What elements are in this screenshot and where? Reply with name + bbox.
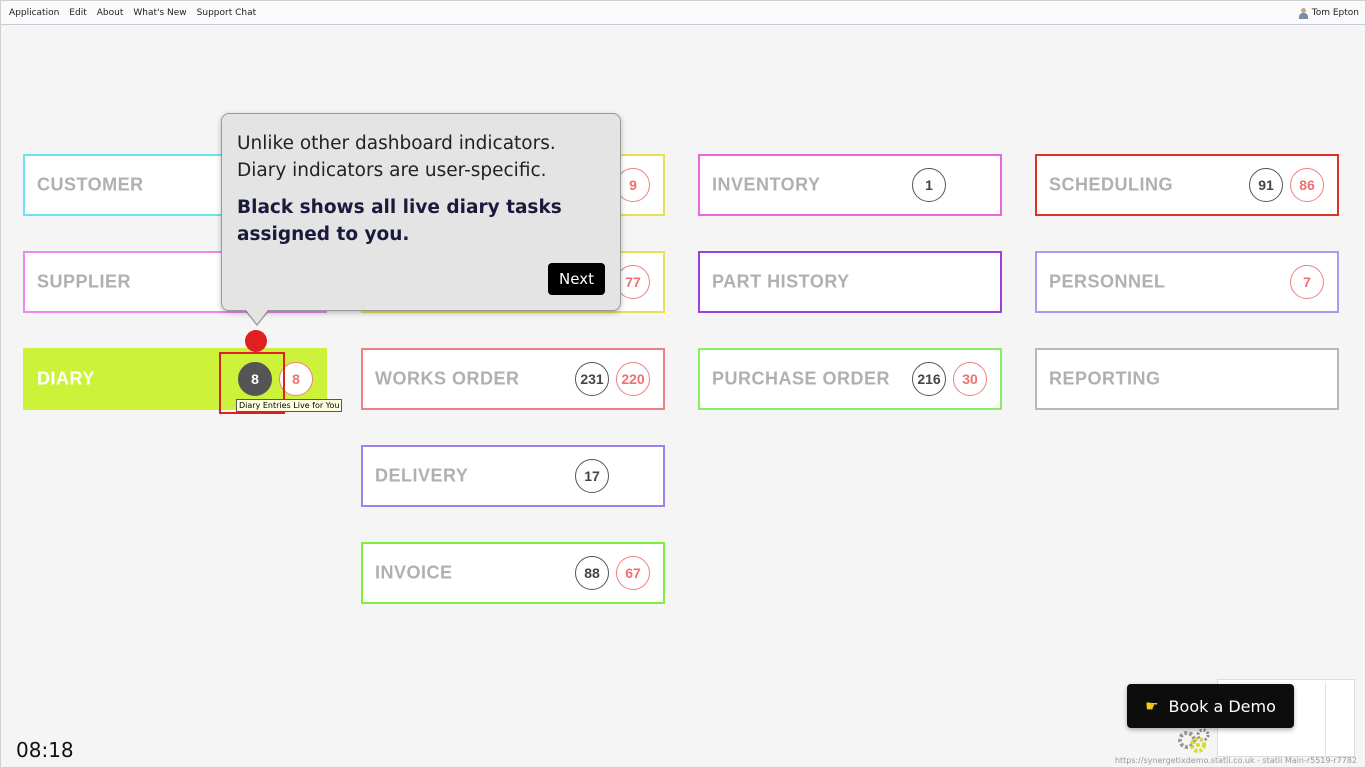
tile-badge[interactable]: 220 — [616, 362, 650, 396]
tile-badge[interactable]: 17 — [575, 459, 609, 493]
tour-popover: Unlike other dashboard indicators. Diary… — [221, 113, 621, 311]
tile-label: PERSONNEL — [1049, 271, 1166, 292]
tile-badge[interactable]: 67 — [616, 556, 650, 590]
tile-scheduling[interactable]: SCHEDULING 91 86 — [1035, 154, 1339, 216]
tile-badge[interactable]: 7 — [1290, 265, 1324, 299]
tile-label: INVOICE — [375, 562, 453, 583]
badge-tooltip: Diary Entries Live for You — [236, 399, 343, 412]
tile-badge[interactable]: 86 — [1290, 168, 1324, 202]
tile-part-history[interactable]: PART HISTORY — [698, 251, 1002, 313]
tile-label: SUPPLIER — [37, 271, 132, 292]
tile-purchase-order[interactable]: PURCHASE ORDER 216 30 — [698, 348, 1002, 410]
menu-application[interactable]: Application — [5, 8, 63, 18]
book-demo-button[interactable]: ☛ Book a Demo — [1127, 684, 1294, 728]
menu-bar: Application Edit About What's New Suppor… — [1, 1, 1365, 25]
clock: 08:18 — [16, 738, 74, 762]
tile-label: DELIVERY — [375, 465, 469, 486]
tile-label: PURCHASE ORDER — [712, 368, 891, 389]
user-menu[interactable]: Tom Epton — [1298, 1, 1359, 25]
popover-arrow — [246, 310, 268, 324]
pointing-hand-icon: ☛ — [1145, 697, 1159, 715]
tile-badge[interactable]: 77 — [616, 265, 650, 299]
menu-support-chat[interactable]: Support Chat — [193, 8, 260, 18]
user-icon — [1298, 7, 1308, 19]
tile-label: REPORTING — [1049, 368, 1161, 389]
gears-icon — [1178, 728, 1210, 753]
tile-badge[interactable]: 88 — [575, 556, 609, 590]
menu-about[interactable]: About — [93, 8, 128, 18]
tile-personnel[interactable]: PERSONNEL 7 — [1035, 251, 1339, 313]
tile-label: CUSTOMER — [37, 174, 144, 195]
menu-whats-new[interactable]: What's New — [129, 8, 190, 18]
tile-badge[interactable]: 1 — [912, 168, 946, 202]
tile-label: DIARY — [37, 368, 95, 389]
tile-label: INVENTORY — [712, 174, 821, 195]
popover-text: Unlike other dashboard indicators. Diary… — [237, 133, 556, 181]
tile-works-order[interactable]: WORKS ORDER 231 220 — [361, 348, 665, 410]
footer-url: https://synergetixdemo.statii.co.uk - st… — [1114, 756, 1357, 765]
tile-badge[interactable]: 30 — [953, 362, 987, 396]
tile-label: SCHEDULING — [1049, 174, 1174, 195]
tile-label: WORKS ORDER — [375, 368, 520, 389]
tile-badge[interactable]: 231 — [575, 362, 609, 396]
tile-invoice[interactable]: INVOICE 88 67 — [361, 542, 665, 604]
next-button[interactable]: Next — [548, 263, 605, 295]
tile-badge[interactable]: 9 — [616, 168, 650, 202]
user-name: Tom Epton — [1311, 8, 1359, 18]
tile-reporting[interactable]: REPORTING — [1035, 348, 1339, 410]
tile-badge[interactable]: 91 — [1249, 168, 1283, 202]
tile-inventory[interactable]: INVENTORY 1 — [698, 154, 1002, 216]
menu-edit[interactable]: Edit — [65, 8, 90, 18]
popover-emphasis-text: Black shows all live diary tasks assigne… — [237, 197, 562, 245]
tile-delivery[interactable]: DELIVERY 17 — [361, 445, 665, 507]
tour-marker-dot — [245, 330, 267, 352]
book-demo-label: Book a Demo — [1168, 696, 1276, 716]
tile-badge[interactable]: 216 — [912, 362, 946, 396]
tile-label: PART HISTORY — [712, 271, 850, 292]
